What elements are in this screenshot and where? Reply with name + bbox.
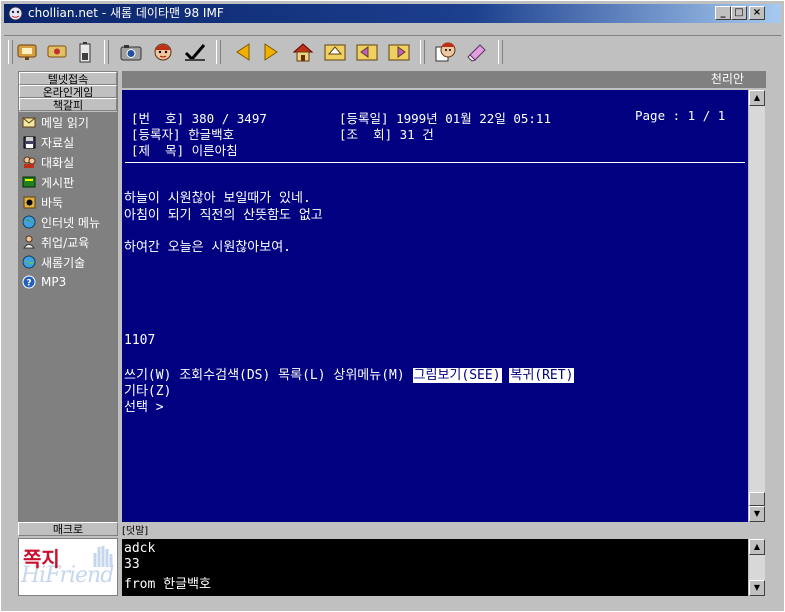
header-subject: [제 목] 이른아침 <box>131 143 238 158</box>
up-arrow-icon[interactable] <box>322 39 348 65</box>
mail-icon <box>22 115 36 129</box>
face-icon[interactable] <box>432 39 458 65</box>
toolbar <box>4 35 781 68</box>
sidebar-item-baduk[interactable]: 바둑 <box>19 192 117 212</box>
body-line: 하여간 오늘은 시원찮아보여. <box>124 240 292 255</box>
sidebar-item-label: 게시판 <box>41 175 75 190</box>
back-icon[interactable] <box>354 39 380 65</box>
handset-icon[interactable] <box>44 39 70 65</box>
battery-icon[interactable] <box>72 39 98 65</box>
sidebar-item-label: 바둑 <box>41 195 64 210</box>
sidebar-item-label: 인터넷 메뉴 <box>41 215 101 230</box>
close-button[interactable]: × <box>749 6 765 20</box>
reply-label-bar: [덧말] <box>122 525 766 538</box>
hand-icon <box>93 546 113 567</box>
help-icon: ? <box>22 275 36 289</box>
sidebar-tab-bookmark[interactable]: 책갈피 <box>19 98 117 112</box>
toolbar-separator <box>420 40 425 64</box>
scroll-up-button[interactable]: ▲ <box>749 539 765 555</box>
header-views: [조 회] 31 건 <box>339 127 434 142</box>
banner-title: 쪽지 <box>23 547 60 571</box>
site-name: 천리안 <box>710 72 744 86</box>
camera-icon[interactable] <box>118 39 144 65</box>
app-window: chollian.net - 새롬 데이타맨 98 IMF _ □ × 텔넷접속… <box>0 0 785 612</box>
sidebar-item-chat[interactable]: 대화실 <box>19 152 117 172</box>
sidebar-item-label: MP3 <box>41 275 67 289</box>
eraser-icon[interactable] <box>464 39 490 65</box>
terminal-scrollbar[interactable]: ▲ ▼ <box>749 90 765 522</box>
toolbar-separator <box>498 40 503 64</box>
reply-area[interactable]: adck 33 from 한글백호 <box>122 539 748 596</box>
sidebar: 텔넷접속 온라인게임 책갈피 메일 읽기 자료실 대화실 게시판 바둑 인터넷 … <box>18 71 118 523</box>
header-page: Page : 1 / 1 <box>635 108 726 123</box>
sidebar-item-label: 메일 읽기 <box>41 115 89 130</box>
sidebar-item-board[interactable]: 게시판 <box>19 172 117 192</box>
toolbar-separator <box>216 40 221 64</box>
sidebar-item-mail[interactable]: 메일 읽기 <box>19 112 117 132</box>
sidebar-item-mp3[interactable]: ? MP3 <box>19 272 117 292</box>
app-icon <box>8 6 23 21</box>
terminal-screen[interactable]: [번 호] 380 / 3497 [등록일] 1999년 01월 22일 05:… <box>122 90 748 522</box>
title-bar: chollian.net - 새롬 데이타맨 98 IMF _ □ × <box>4 4 781 23</box>
body-line: 아침이 되기 직전의 산뜻함도 없고 <box>124 208 323 223</box>
sidebar-item-label: 대화실 <box>41 155 75 170</box>
reply-line: from 한글백호 <box>124 577 211 592</box>
sidebar-item-label: 자료실 <box>41 135 75 150</box>
check-icon[interactable] <box>182 39 208 65</box>
bookmark-list: 메일 읽기 자료실 대화실 게시판 바둑 인터넷 메뉴 취업/교육 새롬기술 ?… <box>19 112 117 522</box>
scroll-thumb[interactable] <box>749 492 765 506</box>
toolbar-separator <box>104 40 109 64</box>
reply-scrollbar[interactable]: ▲ ▼ <box>749 539 765 596</box>
window-title: chollian.net - 새롬 데이타맨 98 IMF <box>28 6 224 20</box>
left-arrow-icon[interactable] <box>230 39 256 65</box>
board-icon <box>22 175 36 189</box>
sidebar-item-label: 새롬기술 <box>41 255 86 270</box>
sidebar-tab-online-game[interactable]: 온라인게임 <box>19 85 117 99</box>
site-name-bar: 천리안 <box>122 71 766 88</box>
svg-text:?: ? <box>26 279 31 289</box>
macro-header[interactable]: 매크로 <box>18 522 118 536</box>
command-prompt[interactable]: 선택 > <box>124 396 164 415</box>
globe-icon <box>22 255 36 269</box>
reply-line: adck <box>124 541 156 556</box>
sidebar-tab-telnet[interactable]: 텔넷접속 <box>19 72 117 86</box>
right-arrow-icon[interactable] <box>258 39 284 65</box>
minimize-button[interactable]: _ <box>715 6 731 20</box>
home-icon[interactable] <box>290 39 316 65</box>
sidebar-item-library[interactable]: 자료실 <box>19 132 117 152</box>
toolbar-grip <box>8 40 13 64</box>
people-icon <box>22 155 36 169</box>
menu-line: 쓰기(W) 조회수검색(DS) 목록(L) 상위메뉴(M) 그림보기(SEE) … <box>124 364 575 383</box>
person-icon <box>22 235 36 249</box>
forward-icon[interactable] <box>386 39 412 65</box>
hifriend-banner[interactable]: HiFriend 쪽지 <box>18 538 118 596</box>
menu-see-option[interactable]: 그림보기(SEE) <box>412 368 502 383</box>
avatar-icon[interactable] <box>150 39 176 65</box>
sidebar-item-internet-menu[interactable]: 인터넷 메뉴 <box>19 212 117 232</box>
baduk-icon <box>22 195 36 209</box>
counter: 1107 <box>124 333 156 348</box>
reply-label: [덧말] <box>122 526 149 537</box>
sidebar-item-saerom[interactable]: 새롬기술 <box>19 252 117 272</box>
scroll-down-button[interactable]: ▼ <box>749 580 765 596</box>
scroll-up-button[interactable]: ▲ <box>749 90 765 106</box>
scroll-down-button[interactable]: ▼ <box>749 506 765 522</box>
phone-icon[interactable] <box>14 39 40 65</box>
maximize-button[interactable]: □ <box>731 6 747 20</box>
sidebar-item-jobs[interactable]: 취업/교육 <box>19 232 117 252</box>
disk-icon <box>22 135 36 149</box>
menu-return-option[interactable]: 복귀(RET) <box>509 368 575 383</box>
globe-icon <box>22 215 36 229</box>
reply-line: 33 <box>124 557 140 572</box>
header-separator <box>125 162 745 163</box>
sidebar-item-label: 취업/교육 <box>41 235 90 250</box>
